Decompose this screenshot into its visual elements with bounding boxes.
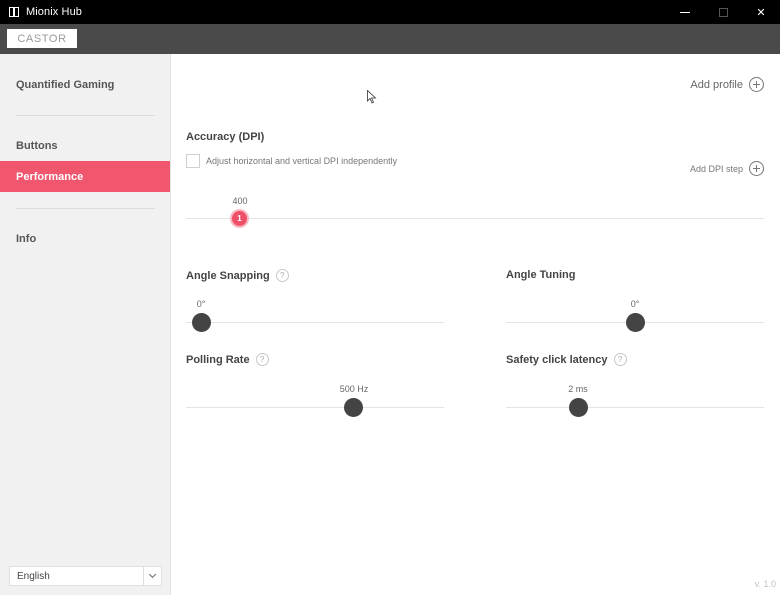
dpi-step-value: 400 (232, 196, 248, 206)
sidebar-item-buttons[interactable]: Buttons (0, 130, 170, 161)
polling-rate-title: Polling Rate ? (186, 353, 269, 366)
polling-rate-value: 500 Hz (339, 384, 369, 394)
device-bar: CASTOR (0, 24, 780, 54)
maximize-icon (718, 7, 728, 17)
window-title: Mionix Hub (26, 6, 83, 18)
add-dpi-step-button[interactable]: Add DPI step (690, 161, 764, 176)
sidebar-item-quantified-gaming[interactable]: Quantified Gaming (0, 69, 170, 100)
sidebar-item-performance[interactable]: Performance (0, 161, 170, 192)
safety-click-title: Safety click latency ? (506, 353, 627, 366)
version-label: v. 1.0 (754, 579, 776, 589)
sidebar: Quantified Gaming Buttons Performance In… (0, 54, 171, 595)
title-bar: Mionix Hub ✕ (0, 0, 780, 24)
app-logo-icon (9, 7, 19, 17)
angle-snapping-title: Angle Snapping ? (186, 269, 289, 282)
sidebar-divider (16, 115, 155, 116)
chevron-down-icon[interactable] (143, 567, 161, 585)
angle-tuning-slider-handle[interactable] (626, 313, 645, 332)
minimize-button[interactable] (666, 0, 704, 24)
polling-rate-slider-handle[interactable] (344, 398, 363, 417)
add-profile-button[interactable]: Add profile (690, 77, 764, 92)
dpi-step-handle[interactable]: 1 (230, 209, 249, 228)
sidebar-item-label: Info (16, 232, 37, 245)
help-icon[interactable]: ? (255, 353, 269, 366)
accuracy-title-text: Accuracy (DPI) (186, 131, 265, 143)
angle-snapping-slider-track[interactable] (186, 322, 444, 323)
angle-tuning-title-text: Angle Tuning (506, 269, 576, 281)
sidebar-divider (16, 208, 155, 209)
dpi-independent-label: Adjust horizontal and vertical DPI indep… (206, 156, 398, 166)
help-icon[interactable]: ? (613, 353, 627, 366)
sidebar-item-label: Buttons (16, 139, 58, 152)
angle-snapping-value: 0° (196, 299, 206, 309)
add-profile-label: Add profile (690, 78, 743, 91)
minimize-icon (680, 11, 690, 13)
close-icon: ✕ (756, 6, 766, 19)
safety-click-slider-handle[interactable] (569, 398, 588, 417)
language-value: English (17, 570, 50, 582)
add-dpi-step-label: Add DPI step (689, 163, 743, 174)
sidebar-item-info[interactable]: Info (0, 223, 170, 254)
angle-tuning-title: Angle Tuning (506, 269, 575, 281)
dpi-independent-checkbox[interactable] (186, 154, 200, 168)
accuracy-title: Accuracy (DPI) (186, 131, 264, 143)
plus-circle-icon (749, 77, 764, 92)
angle-snapping-title-text: Angle Snapping (186, 269, 270, 282)
maximize-button[interactable] (704, 0, 742, 24)
sidebar-item-label: Quantified Gaming (16, 78, 115, 91)
main-panel: Add profile Accuracy (DPI) Adjust horizo… (171, 54, 780, 595)
close-button[interactable]: ✕ (742, 0, 780, 24)
safety-click-title-text: Safety click latency (506, 353, 608, 366)
sidebar-item-label: Performance (16, 170, 84, 183)
polling-rate-title-text: Polling Rate (186, 353, 250, 366)
plus-circle-icon (749, 161, 764, 176)
device-tab-castor[interactable]: CASTOR (7, 29, 77, 48)
angle-snapping-slider-handle[interactable] (192, 313, 211, 332)
language-select[interactable]: English (9, 566, 162, 586)
window-controls: ✕ (666, 0, 780, 24)
angle-tuning-value: 0° (630, 299, 640, 309)
polling-rate-slider-track[interactable] (186, 407, 444, 408)
safety-click-slider-track[interactable] (506, 407, 764, 408)
safety-click-value: 2 ms (568, 384, 588, 394)
dpi-slider-track[interactable] (186, 218, 764, 219)
help-icon[interactable]: ? (275, 269, 289, 282)
dpi-independent-option[interactable]: Adjust horizontal and vertical DPI indep… (186, 154, 397, 168)
mouse-cursor-icon (367, 90, 377, 104)
